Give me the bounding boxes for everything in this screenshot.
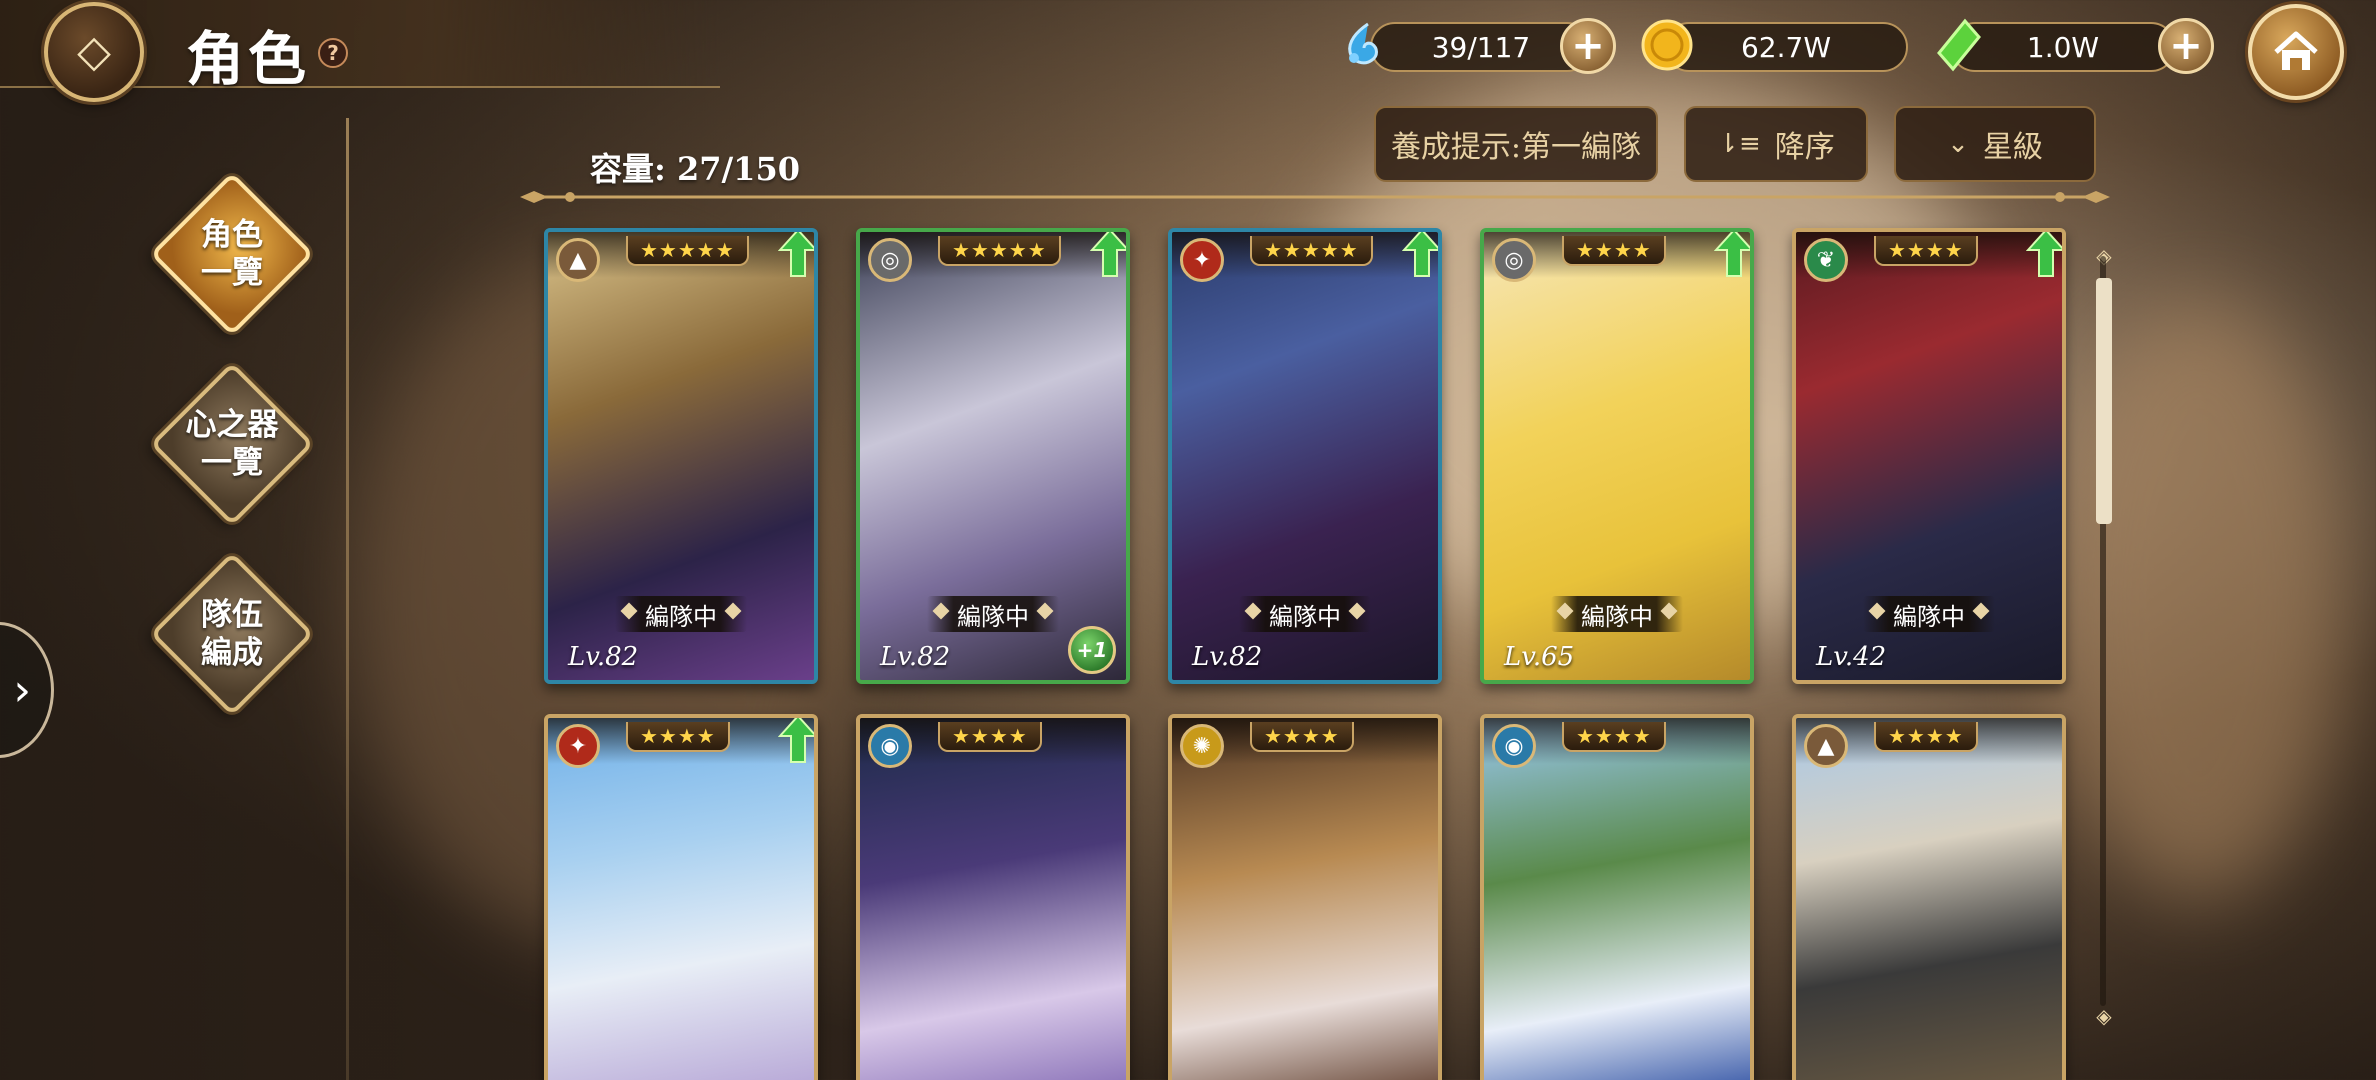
character-art [548,718,814,1080]
wind-element-icon: ◎ [868,238,912,282]
star-rating: ★★★★ [1250,722,1354,752]
training-hint-button[interactable]: 養成提示:第一編隊 [1374,106,1658,182]
star-rating: ★★★★ [1874,236,1978,266]
star-rating: ★★★★ [626,722,730,752]
character-card[interactable]: ✦ ★★★★ [544,714,818,1080]
back-diamond-icon: ◇ [77,26,111,77]
in-team-badge: 編隊中 [927,596,1059,632]
add-gem-button[interactable]: + [2158,18,2214,74]
level-label: Lv.42 [1816,642,1887,672]
in-team-badge: 編隊中 [1551,596,1683,632]
help-icon[interactable]: ? [318,38,348,68]
gold-counter: 62.7W [1664,22,1908,72]
gem-value: 1.0W [2026,30,2100,64]
water-element-icon: ◉ [868,724,912,768]
upgrade-arrow-icon [778,232,814,277]
gold-value: 62.7W [1740,30,1832,64]
page-title: 角色 [186,25,311,93]
upgrade-arrow-icon [2026,232,2062,277]
sort-order-button[interactable]: ⇂≡ 降序 [1684,106,1868,182]
upgrade-arrow-icon [778,718,814,763]
chevron-down-icon: ⌄ [1947,129,1969,159]
add-stamina-button[interactable]: + [1560,18,1616,74]
character-card[interactable]: ❦ ★★★★ 編隊中 Lv.42 [1792,228,2066,684]
upgrade-arrow-icon [1714,232,1750,277]
star-rating: ★★★★★ [938,236,1061,266]
stamina-drop-icon [1336,16,1394,74]
character-card[interactable]: ✺ ★★★★ [1168,714,1442,1080]
star-rating: ★★★★★ [1250,236,1373,266]
level-label: Lv.82 [568,642,639,672]
character-card[interactable]: ◉ ★★★★ [1480,714,1754,1080]
back-button[interactable]: ◇ [44,2,144,102]
background-glow [2050,300,2350,900]
star-rating: ★★★★ [938,722,1042,752]
nav-label: 心之器 [185,407,279,443]
character-card[interactable]: ◉ ★★★★ [856,714,1130,1080]
character-art [1172,718,1438,1080]
stamina-value: 39/117 [1431,30,1531,64]
fire-element-icon: ✦ [556,724,600,768]
in-team-badge: 編隊中 [615,596,747,632]
home-button[interactable] [2248,4,2344,100]
character-card[interactable]: ▲ ★★★★★ 編隊中 Lv.82 [544,228,818,684]
home-icon [2274,31,2318,70]
level-label: Lv.82 [1192,642,1263,672]
scroll-down-icon[interactable]: ◈ [2092,1004,2116,1028]
nav-character-list[interactable]: 角色 一覽 [149,171,315,337]
light-element-icon: ✺ [1180,724,1224,768]
nav-label: 隊伍 [201,597,263,633]
earth-element-icon: ▲ [1804,724,1848,768]
star-rating: ★★★★ [1874,722,1978,752]
stamina-counter: 39/117 [1370,22,1592,72]
character-art [1484,718,1750,1080]
character-card[interactable]: ◎ ★★★★ 編隊中 Lv.65 [1480,228,1754,684]
nav-team-formation[interactable]: 隊伍 編成 [149,551,315,717]
training-hint-label: 養成提示:第一編隊 [1390,130,1642,165]
nav-divider [346,118,349,1080]
star-rating: ★★★★ [1562,722,1666,752]
water-element-icon: ◉ [1492,724,1536,768]
green-crystal-icon [1930,16,1988,74]
scrollbar-thumb[interactable] [2096,278,2112,524]
in-team-badge: 編隊中 [1863,596,1995,632]
nav-label: 一覽 [201,445,263,481]
nav-label: 角色 [201,217,263,253]
in-team-badge: 編隊中 [1239,596,1371,632]
star-filter-label: 星級 [1982,130,2043,165]
character-art [860,718,1126,1080]
character-art [1796,718,2062,1080]
chevron-right-icon: › [13,664,31,716]
expand-side-panel-button[interactable]: › [0,622,54,758]
level-label: Lv.65 [1504,642,1575,672]
nav-label: 一覽 [201,255,263,291]
ornamental-divider [520,191,2110,203]
upgrade-arrow-icon [1090,232,1126,277]
nav-heart-vessel-list[interactable]: 心之器 一覽 [149,361,315,527]
nav-label: 編成 [201,635,263,671]
limit-break-badge: +1 [1068,626,1116,674]
character-card[interactable]: ▲ ★★★★ [1792,714,2066,1080]
wind-element-icon: ◎ [1492,238,1536,282]
star-filter-button[interactable]: ⌄ 星級 [1894,106,2096,182]
capacity-label: 容量: 27/150 [590,150,800,188]
leaf-element-icon: ❦ [1804,238,1848,282]
fire-element-icon: ✦ [1180,238,1224,282]
level-label: Lv.82 [880,642,951,672]
character-card[interactable]: ✦ ★★★★★ 編隊中 Lv.82 [1168,228,1442,684]
star-rating: ★★★★ [1562,236,1666,266]
sort-icon: ⇂≡ [1717,129,1761,159]
star-rating: ★★★★★ [626,236,749,266]
sort-order-label: 降序 [1774,130,1835,165]
earth-element-icon: ▲ [556,238,600,282]
gold-coin-icon [1638,16,1696,74]
upgrade-arrow-icon [1402,232,1438,277]
character-card[interactable]: ◎ ★★★★★ 編隊中 Lv.82 +1 [856,228,1130,684]
